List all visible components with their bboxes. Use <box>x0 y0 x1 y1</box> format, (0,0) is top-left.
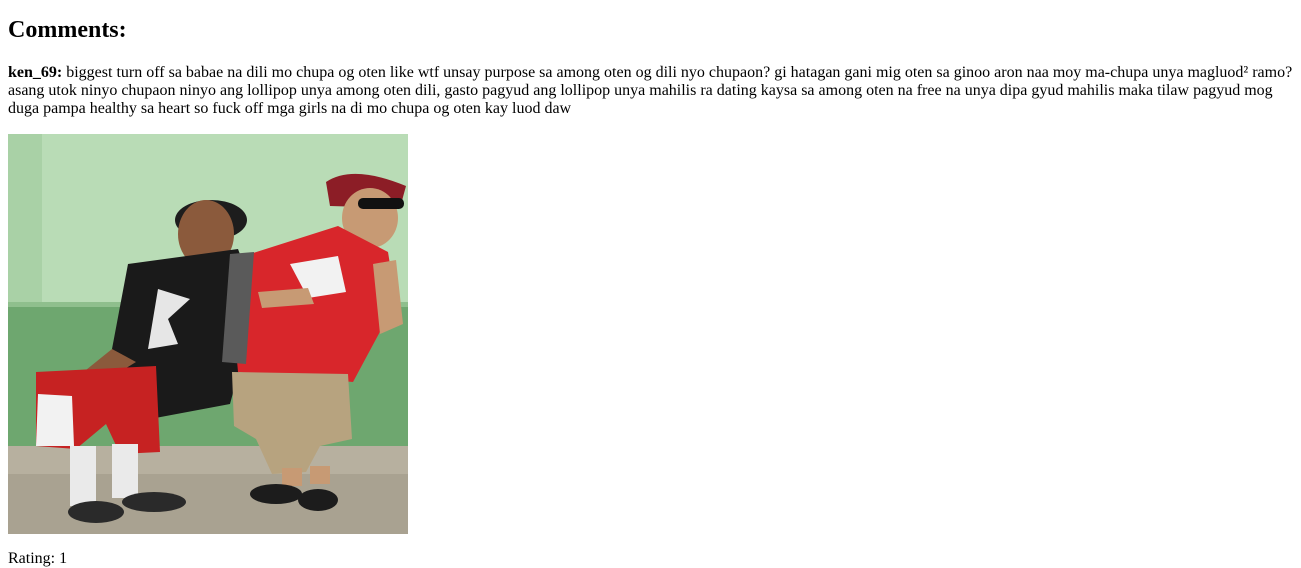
comment-photo <box>8 134 408 534</box>
comments-heading: Comments: <box>8 17 127 43</box>
rating-text: Rating: 1 <box>8 550 68 567</box>
comment-text: biggest turn off sa babae na dili mo chu… <box>8 64 1293 117</box>
comment-entry: ken_69: biggest turn off sa babae na dil… <box>8 64 1298 118</box>
photo-wall-corner <box>8 134 42 309</box>
photo-floor-tone <box>8 474 408 534</box>
comment-author: ken_69: <box>8 64 63 81</box>
